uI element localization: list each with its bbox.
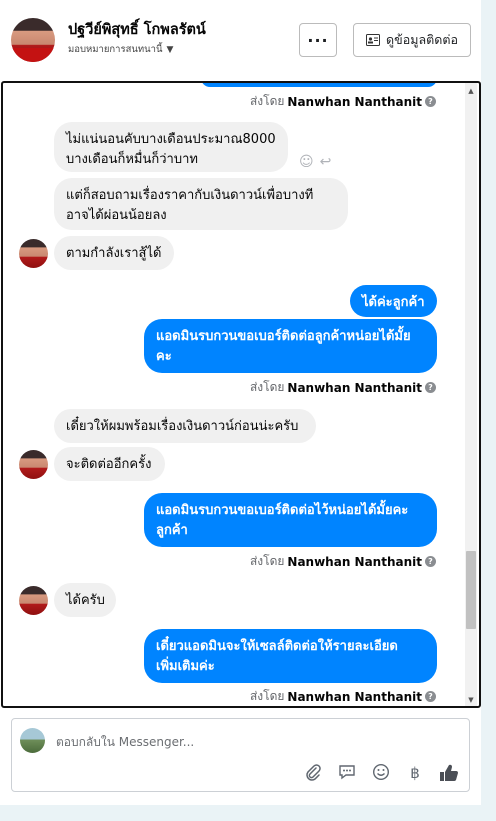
sent-by-label: ส่งโดย Nanwhan Nanthanit ?	[250, 552, 436, 571]
sent-by-prefix: ส่งโดย	[249, 554, 285, 568]
scroll-up-arrow-icon[interactable]: ▲	[465, 87, 477, 95]
quick-reply-icon[interactable]	[337, 763, 357, 783]
contact-avatar[interactable]	[11, 18, 55, 62]
emoji-icon[interactable]	[371, 763, 391, 783]
paperclip-icon[interactable]	[303, 763, 323, 783]
view-contact-button[interactable]: ดูข้อมูลติดต่อ	[353, 23, 471, 57]
caret-down-icon: ▼	[166, 44, 174, 55]
scrollbar[interactable]: ▲ ▼	[465, 83, 477, 706]
assign-conversation-dropdown[interactable]: มอบหมายการสนทนานี้ ▼	[68, 42, 173, 57]
baht-icon[interactable]: ฿	[405, 763, 425, 783]
message-bubble-incoming[interactable]: ไม่แน่นอนคับบางเดือนประมาณ8000 บางเดือนก…	[54, 122, 288, 172]
thumbs-up-icon[interactable]	[439, 763, 459, 783]
sent-by-label: ส่งโดย Nanwhan Nanthanit ?	[250, 687, 436, 706]
more-button[interactable]: ···	[299, 23, 337, 57]
message-bubble-outgoing	[201, 83, 437, 87]
sender-name: Nanwhan Nanthanit	[287, 689, 422, 704]
reply-composer[interactable]: ตอบกลับใน Messenger... ฿	[11, 718, 470, 792]
sent-by-prefix: ส่งโดย	[249, 689, 285, 703]
sender-name: Nanwhan Nanthanit	[287, 554, 422, 569]
message-bubble-outgoing[interactable]: ได้ค่ะลูกค้า	[350, 285, 437, 317]
conversation-panel: ปฐวีย์พิสุทธิ์ โกพลรัตน์ มอบหมายการสนทนา…	[0, 0, 481, 805]
assign-label: มอบหมายการสนทนานี้	[68, 44, 163, 55]
message-bubble-outgoing[interactable]: แอดมินรบกวนขอเบอร์ติดต่อไว้หน่อยได้มั้ยค…	[144, 493, 437, 547]
message-bubble-incoming[interactable]: ตามกำลังเราสู้ได้	[54, 236, 174, 270]
contact-card-icon	[366, 34, 381, 46]
message-bubble-incoming[interactable]: จะติดต่ออีกครั้ง	[54, 447, 165, 481]
message-bubble-incoming[interactable]: เดี๋ยวให้ผมพร้อมเรื่องเงินดาวน์ก่อนน่ะคร…	[54, 409, 316, 443]
contact-name[interactable]: ปฐวีย์พิสุทธิ์ โกพลรัตน์	[68, 18, 206, 41]
sent-by-prefix: ส่งโดย	[249, 380, 285, 394]
sent-by-label: ส่งโดย Nanwhan Nanthanit ?	[250, 378, 436, 397]
message-thread[interactable]: ส่งโดย Nanwhan Nanthanit ? ไม่แน่นอนคับบ…	[1, 81, 481, 708]
message-bubble-outgoing[interactable]: เดี๋ยวแอดมินจะให้เซลล์ติดต่อให้รายละเอีย…	[144, 629, 437, 683]
help-icon[interactable]: ?	[425, 96, 436, 107]
conversation-header: ปฐวีย์พิสุทธิ์ โกพลรัตน์ มอบหมายการสนทนา…	[0, 0, 481, 80]
help-icon[interactable]: ?	[425, 556, 436, 567]
sender-avatar[interactable]	[19, 586, 48, 615]
sender-name: Nanwhan Nanthanit	[287, 380, 422, 395]
page-avatar	[20, 728, 45, 753]
avatar-shirt	[11, 48, 55, 62]
reply-icon[interactable]: ↩	[320, 154, 332, 170]
composer-toolbar: ฿	[303, 763, 459, 783]
more-icon: ···	[307, 30, 329, 50]
sender-avatar[interactable]	[19, 450, 48, 479]
sent-by-prefix: ส่งโดย	[249, 94, 285, 108]
view-contact-label: ดูข้อมูลติดต่อ	[386, 32, 458, 47]
scrollbar-thumb[interactable]	[466, 551, 476, 629]
help-icon[interactable]: ?	[425, 691, 436, 702]
reply-input[interactable]: ตอบกลับใน Messenger...	[56, 733, 194, 752]
message-actions: ☺ ↩	[299, 154, 331, 170]
sender-name: Nanwhan Nanthanit	[287, 94, 422, 109]
scroll-down-arrow-icon[interactable]: ▼	[465, 696, 477, 704]
sender-avatar[interactable]	[19, 239, 48, 268]
emoji-react-icon[interactable]: ☺	[299, 154, 314, 170]
sent-by-label: ส่งโดย Nanwhan Nanthanit ?	[250, 92, 436, 111]
message-bubble-outgoing[interactable]: แอดมินรบกวนขอเบอร์ติดต่อลูกค้าหน่อยได้มั…	[144, 319, 437, 373]
help-icon[interactable]: ?	[425, 382, 436, 393]
message-bubble-incoming[interactable]: แต่ก็สอบถามเรื่องราคากับเงินดาวน์เพื่อบา…	[54, 178, 348, 230]
message-bubble-incoming[interactable]: ได้ครับ	[54, 583, 116, 617]
